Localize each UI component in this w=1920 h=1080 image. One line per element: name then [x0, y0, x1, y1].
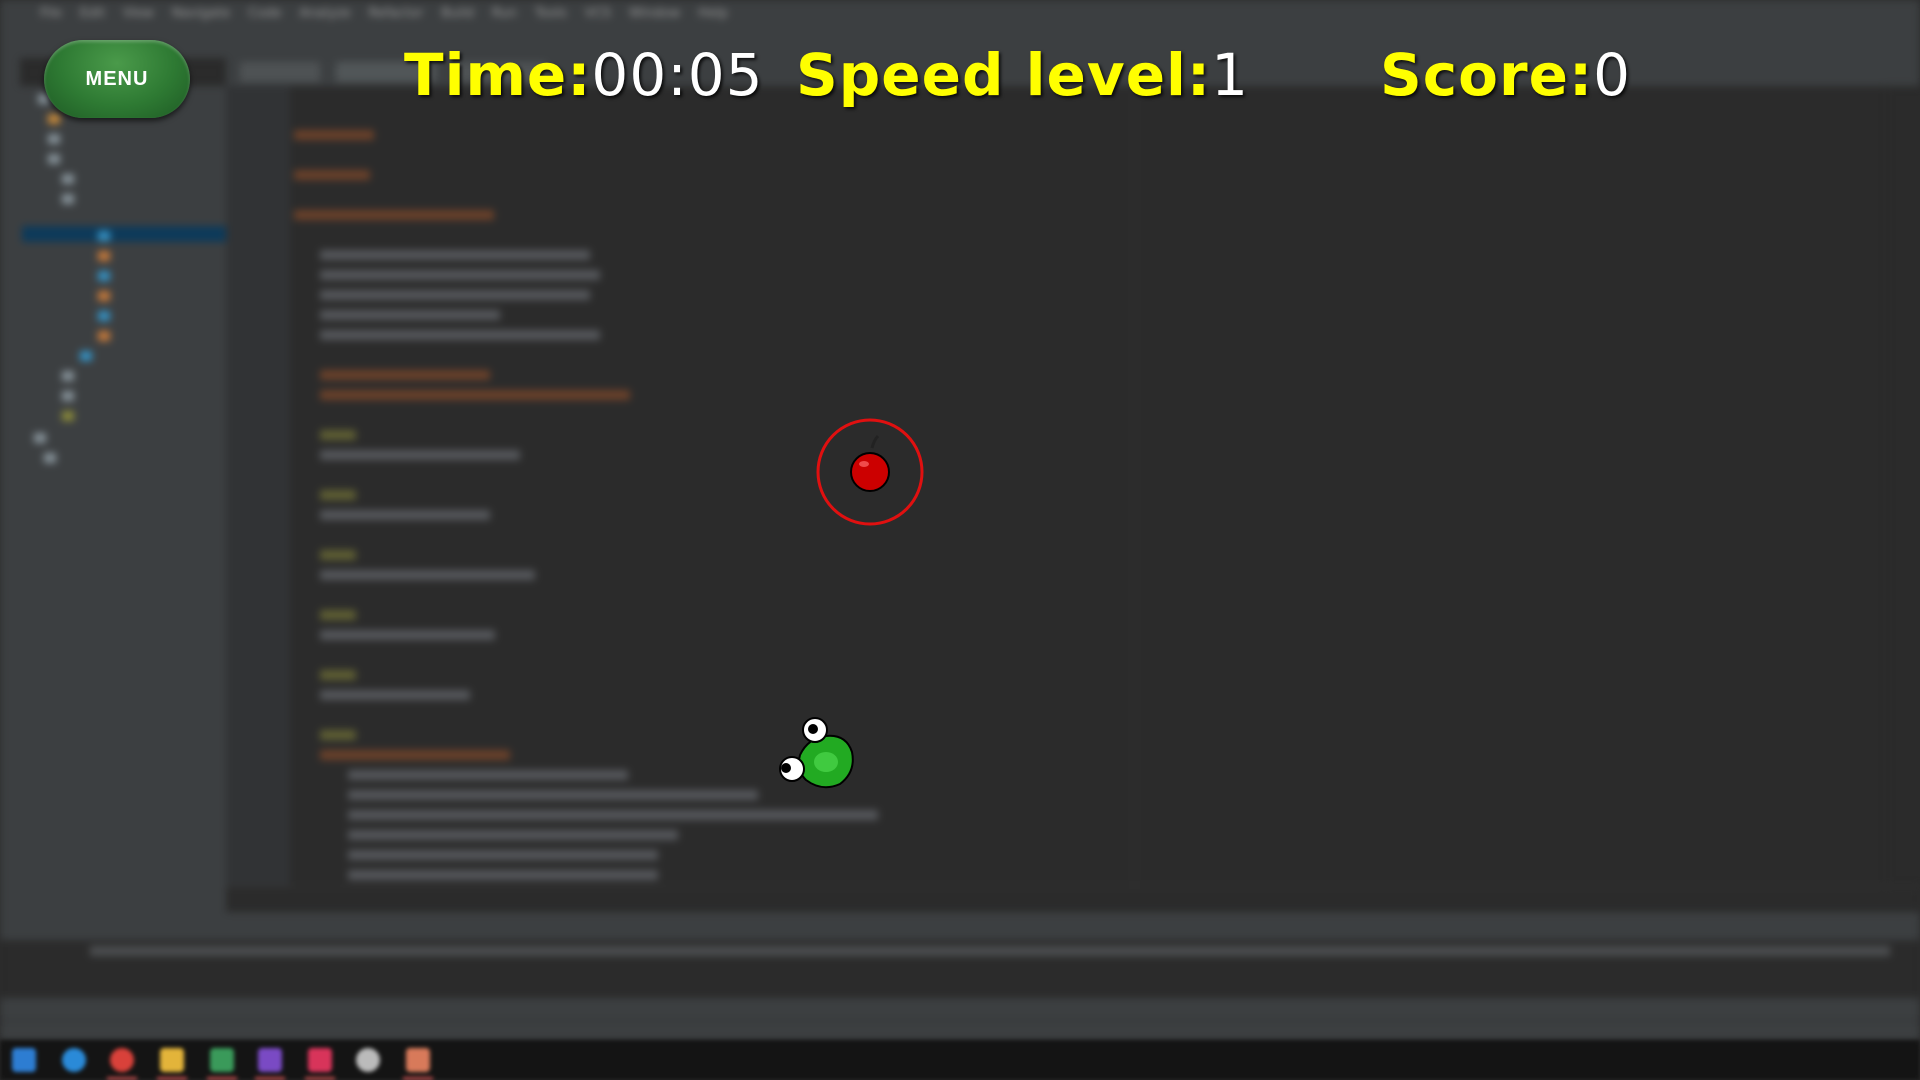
snake-pupil-top — [808, 724, 818, 734]
snake-head-icon — [779, 717, 854, 789]
apple-icon — [816, 418, 924, 526]
snake-shine — [814, 752, 838, 772]
apple-body — [850, 452, 890, 492]
game-field — [779, 418, 924, 789]
apple-highlight — [859, 461, 869, 467]
apple-stem — [870, 434, 880, 449]
snake-pupil-left — [781, 763, 791, 773]
